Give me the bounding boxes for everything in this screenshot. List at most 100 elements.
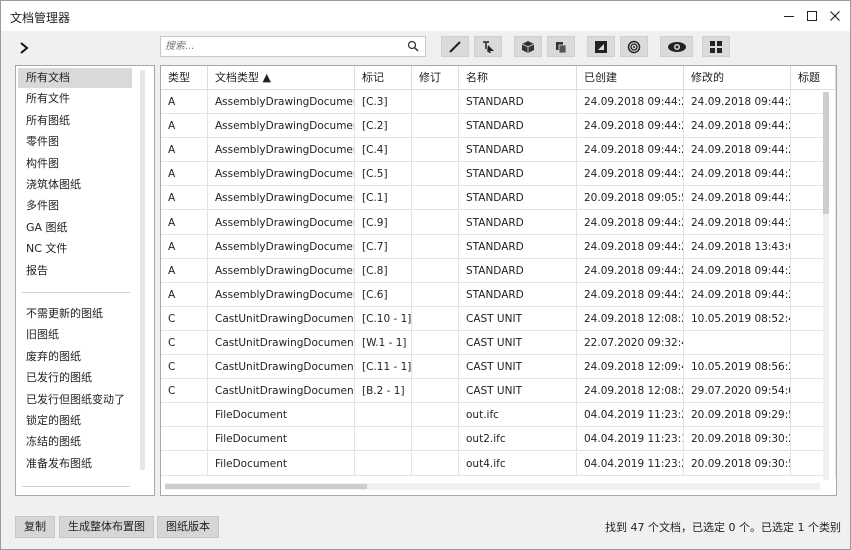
category-item[interactable]: 多件图 xyxy=(18,196,132,216)
table-row[interactable]: C CastUnitDrawingDocument [C.10 - 1] CAST U… xyxy=(161,306,836,331)
category-item[interactable]: 已发行但图纸变动了 xyxy=(18,390,132,410)
table-cell xyxy=(791,427,836,452)
preview-button[interactable] xyxy=(660,36,693,57)
table-row[interactable]: A AssemblyDrawingDocument [C.1] STANDARD 20.… xyxy=(161,186,836,211)
table-row[interactable]: FileDocument out4.ifc 04.04.2019 11:23:20 2… xyxy=(161,451,836,476)
table-row[interactable]: A AssemblyDrawingDocument [C.6] STANDARD 24.… xyxy=(161,282,836,307)
table-row[interactable]: FileDocument out.ifc 04.04.2019 11:23:20 20… xyxy=(161,403,836,428)
table-row[interactable]: C CastUnitDrawingDocument [B.2 - 1] CAST UN… xyxy=(161,379,836,404)
table-row[interactable]: A AssemblyDrawingDocument [C.8] STANDARD 24.… xyxy=(161,258,836,283)
table-cell: 22.07.2020 09:32:40 xyxy=(577,331,684,355)
table-row[interactable]: A AssemblyDrawingDocument [C.7] STANDARD 24.… xyxy=(161,234,836,259)
column-header[interactable]: 修订 xyxy=(412,66,459,90)
drawing-revision-button[interactable]: 图纸版本 xyxy=(157,516,219,538)
table-cell xyxy=(791,138,836,163)
edit-button[interactable] xyxy=(441,36,469,57)
drawing-list-button[interactable] xyxy=(547,36,575,57)
column-header[interactable]: 标记 xyxy=(355,66,412,90)
table-cell: 04.04.2019 11:23:19 xyxy=(577,427,684,452)
category-item[interactable]: 不需更新的图纸 xyxy=(18,304,132,324)
table-cell: AssemblyDrawingDocument xyxy=(208,258,355,283)
table-cell: 10.05.2019 08:56:21 xyxy=(684,355,791,380)
table-row[interactable]: A AssemblyDrawingDocument [C.4] STANDARD 24.… xyxy=(161,138,836,163)
table-cell xyxy=(791,306,836,331)
table-row[interactable]: C CastUnitDrawingDocument [W.1 - 1] CAST UN… xyxy=(161,331,836,355)
horizontal-scrollbar[interactable] xyxy=(165,483,820,490)
category-item[interactable]: 所有图纸 xyxy=(18,111,132,131)
column-header[interactable]: 标题 xyxy=(791,66,836,90)
table-cell xyxy=(791,451,836,476)
table-cell xyxy=(412,90,459,114)
open-model-button[interactable] xyxy=(514,36,542,57)
table-cell xyxy=(791,186,836,211)
column-header[interactable]: 修改的 xyxy=(684,66,791,90)
category-item[interactable]: 报告 xyxy=(18,261,132,281)
table-cell: [C.5] xyxy=(355,162,412,187)
column-header[interactable]: 文档类型 ▲ xyxy=(208,66,355,90)
category-item[interactable]: 所有文件 xyxy=(18,89,132,109)
category-item[interactable]: NC 文件 xyxy=(18,239,132,259)
category-item[interactable]: 冻结的图纸 xyxy=(18,432,132,452)
copy-button[interactable]: 复制 xyxy=(15,516,55,538)
table-cell: STANDARD xyxy=(459,138,577,163)
category-item[interactable]: 所有文档 xyxy=(18,68,132,88)
horizontal-scroll-thumb[interactable] xyxy=(165,484,367,489)
search-input[interactable] xyxy=(165,39,400,54)
category-item[interactable]: 废弃的图纸 xyxy=(18,347,132,367)
layout-button[interactable] xyxy=(702,36,730,57)
table-row[interactable]: FileDocument out2.ifc 04.04.2019 11:23:19 2… xyxy=(161,427,836,452)
category-divider xyxy=(22,486,130,487)
category-item[interactable]: 旧图纸 xyxy=(18,325,132,345)
table-cell: STANDARD xyxy=(459,162,577,187)
table-cell xyxy=(684,331,791,355)
table-cell: CastUnitDrawingDocument xyxy=(208,379,355,404)
table-cell xyxy=(412,379,459,404)
locate-button[interactable] xyxy=(620,36,648,57)
column-header[interactable]: 名称 xyxy=(459,66,577,90)
category-item[interactable]: 锁定的图纸 xyxy=(18,411,132,431)
maximize-icon xyxy=(807,11,817,21)
category-item[interactable]: 准备发布图纸 xyxy=(18,454,132,474)
table-cell: FileDocument xyxy=(208,427,355,452)
table-cell: CastUnitDrawingDocument xyxy=(208,306,355,331)
open-drawing-button[interactable] xyxy=(587,36,615,57)
category-item[interactable]: 构件图 xyxy=(18,154,132,174)
table-cell: 04.04.2019 11:23:20 xyxy=(577,451,684,476)
table-cell xyxy=(161,403,208,428)
table-cell xyxy=(791,355,836,380)
close-button[interactable] xyxy=(824,5,846,27)
table-row[interactable]: A AssemblyDrawingDocument [C.5] STANDARD 24.… xyxy=(161,162,836,187)
table-cell: STANDARD xyxy=(459,234,577,259)
table-cell xyxy=(791,403,836,428)
table-cell: 20.09.2018 09:30:24 xyxy=(684,427,791,452)
category-scrollbar[interactable] xyxy=(140,70,145,470)
table-cell: AssemblyDrawingDocument xyxy=(208,138,355,163)
column-header[interactable]: 已创建 xyxy=(577,66,684,90)
table-cell: AssemblyDrawingDocument xyxy=(208,114,355,139)
table-row[interactable]: A AssemblyDrawingDocument [C.2] STANDARD 24.… xyxy=(161,114,836,139)
table-row[interactable]: A AssemblyDrawingDocument [C.3] STANDARD 24.… xyxy=(161,90,836,114)
table-cell: 24.09.2018 09:44:25 xyxy=(684,282,791,307)
category-panel: 所有文档 所有文件 所有图纸 零件图 构件图 浇筑体图纸 多件图 GA 图纸 NC 文件 报告不需… xyxy=(15,65,155,496)
table-cell xyxy=(791,331,836,355)
table-cell: [C.9] xyxy=(355,210,412,235)
minimize-button[interactable] xyxy=(778,5,800,27)
table-row[interactable]: A AssemblyDrawingDocument [C.9] STANDARD 24.… xyxy=(161,210,836,235)
table-cell: A xyxy=(161,114,208,139)
table-cell: [C.2] xyxy=(355,114,412,139)
select-object-button[interactable] xyxy=(474,36,502,57)
search-icon[interactable] xyxy=(407,40,419,52)
table-row[interactable]: C CastUnitDrawingDocument [C.11 - 1] CAST U… xyxy=(161,355,836,380)
expand-panel-button[interactable] xyxy=(17,41,31,55)
table-cell: out4.ifc xyxy=(459,451,577,476)
category-item[interactable]: 浇筑体图纸 xyxy=(18,175,132,195)
category-item[interactable]: 零件图 xyxy=(18,132,132,152)
create-ga-drawing-button[interactable]: 生成整体布置图 xyxy=(59,516,154,538)
category-item[interactable]: 已发行的图纸 xyxy=(18,368,132,388)
table-cell xyxy=(412,234,459,259)
column-header[interactable]: 类型 xyxy=(161,66,208,90)
maximize-button[interactable] xyxy=(801,5,823,27)
table-cell: 24.09.2018 09:44:22 xyxy=(577,138,684,163)
search-box[interactable] xyxy=(160,36,426,57)
category-item[interactable]: GA 图纸 xyxy=(18,218,132,238)
